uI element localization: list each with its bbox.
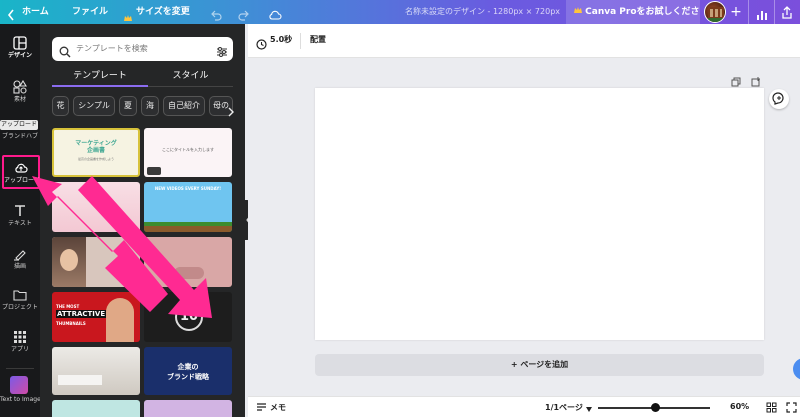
annotation-arrows bbox=[32, 176, 212, 318]
